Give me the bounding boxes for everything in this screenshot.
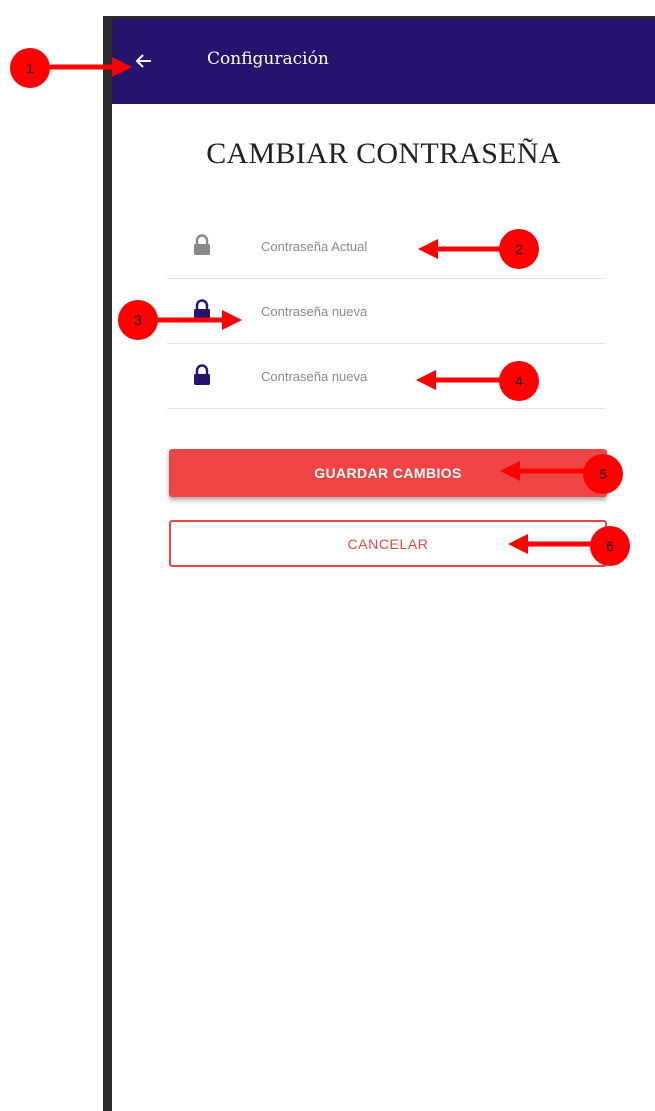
arrow-left-icon (135, 54, 151, 68)
annotation-badge-2: 2 (499, 229, 539, 269)
confirm-password-field (167, 345, 605, 409)
lock-icon (194, 299, 210, 320)
annotation-badge-1: 1 (10, 48, 50, 88)
app-bar: Configuración (112, 19, 655, 104)
annotation-badge-3: 3 (118, 300, 158, 340)
current-password-field (167, 215, 605, 279)
back-button[interactable] (128, 45, 160, 77)
cancel-button[interactable]: CANCELAR (169, 520, 607, 567)
lock-icon (194, 234, 210, 255)
annotation-badge-6: 6 (590, 526, 630, 566)
save-changes-button[interactable]: GUARDAR CAMBIOS (169, 449, 607, 497)
phone-screen: Configuración CAMBIAR CONTRASEÑA GUARDAR… (103, 16, 655, 1111)
lock-icon (194, 364, 210, 385)
new-password-field (167, 280, 605, 344)
page-title: CAMBIAR CONTRASEÑA (206, 137, 561, 170)
annotation-badge-5: 5 (583, 454, 623, 494)
new-password-input[interactable] (261, 298, 561, 324)
annotation-badge-4: 4 (499, 361, 539, 401)
app-bar-title: Configuración (207, 49, 329, 69)
